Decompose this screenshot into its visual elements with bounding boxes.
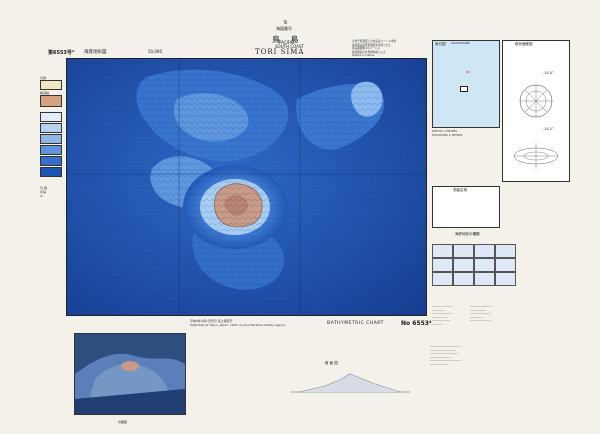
index-map-marker-2 <box>466 71 469 73</box>
publisher-info: 平成9年4月1日刊行 海上保安庁 Published at Tokyo, Jap… <box>190 319 286 327</box>
legend-swatch-depth-3 <box>40 134 62 144</box>
scale-ratio: 50,000 <box>148 49 162 54</box>
compass-rose <box>519 84 553 118</box>
bottom-right-notes: ―――――――― ――――― ―――――――― ―――――― ――――――― ―… <box>432 305 453 326</box>
top-right-notes: 平均干低潮面下の水深はメートル単位 基準面は最低低潮面を基準とする 等深線間隔 … <box>352 40 396 58</box>
perspective-caption: 鳥瞰図 <box>118 420 128 424</box>
cross-section-profile <box>290 373 410 393</box>
chart-type-label: 海底地形図 <box>84 50 107 55</box>
legend-swatch-depth-6 <box>40 167 62 177</box>
header-small-2: 海図番号 <box>276 26 292 31</box>
index-map-panel[interactable]: 索引図 LOCATION MAP <box>432 40 500 128</box>
perspective-view[interactable] <box>74 333 186 415</box>
legend-swatch-land-2 <box>40 95 62 107</box>
type-tile <box>474 272 495 286</box>
type-tile <box>474 258 495 272</box>
depth-legend: 凡例 等深線 凡 例 水深 m <box>40 76 64 198</box>
seafloor-type-grid <box>432 238 518 294</box>
legend-swatch-depth-2 <box>40 123 62 133</box>
bathymetric-chart-label: BATHYMETRIC CHART <box>327 321 384 326</box>
magnetic-panel: 磁気偏差図 -14.5° -14.2° <box>502 40 570 182</box>
magnetic-title: 磁気偏差図 <box>515 42 533 46</box>
survey-index-panel: 測量区域 <box>432 186 500 228</box>
survey-title: 測量区域 <box>453 188 467 192</box>
type-tile <box>432 258 453 272</box>
type-tile <box>495 272 516 286</box>
publisher-en: Published at Tokyo, Japan, 1997, by the … <box>190 322 286 327</box>
type-tile <box>495 258 516 272</box>
legend-footer-3: m <box>40 194 43 198</box>
type-tile <box>432 272 453 286</box>
elevations-unit: ELEVATIONS in METRES <box>432 133 463 137</box>
type-tile <box>432 244 453 258</box>
perspective-render <box>75 334 185 414</box>
profile-caption: 断 面 図 <box>325 361 338 365</box>
index-map-subtitle: LOCATION MAP <box>451 42 470 45</box>
legend-swatch-land-1 <box>40 80 62 90</box>
type-tile <box>453 272 474 286</box>
map-canvas <box>67 59 426 315</box>
magnetic-diagram <box>513 143 559 169</box>
index-map-marker <box>460 86 468 92</box>
depth-notes: DEPTHS in METRES ELEVATIONS in METRES <box>432 130 462 137</box>
type-tile <box>474 244 495 258</box>
magnetic-value-1: -14.5° <box>543 71 554 75</box>
profile-types-title: 海底地形の種類 <box>455 232 480 236</box>
type-tile <box>453 258 474 272</box>
bottom-right-notes-3: ―――――――――――― ―――――――――― ――――――――――― ――――… <box>430 345 462 366</box>
type-tile <box>453 244 474 258</box>
magnetic-value-2: -14.2° <box>543 127 554 131</box>
index-map-title: 索引図 <box>435 42 446 46</box>
title-english: TORI SIMA <box>255 48 305 56</box>
bathymetric-chart-sheet: Tô 海図番号 鳥 島 PACIFIC SOUTH COAST TORI SIM… <box>0 0 600 434</box>
catalog-number: No 6553⁴ <box>401 320 432 327</box>
type-tile <box>495 244 516 258</box>
bottom-right-notes-2: ―――――――― ―――――― ―――――――― ――――― ―――――――― <box>470 305 491 323</box>
sheet-number: 第6553号⁴ <box>48 50 75 56</box>
legend-swatch-depth-1 <box>40 112 62 122</box>
legend-swatch-depth-4 <box>40 145 62 155</box>
header-small-1: Tô <box>283 20 288 25</box>
contour-lines <box>67 59 426 315</box>
legend-swatch-depth-5 <box>40 156 62 166</box>
bathymetric-map[interactable] <box>66 58 427 316</box>
